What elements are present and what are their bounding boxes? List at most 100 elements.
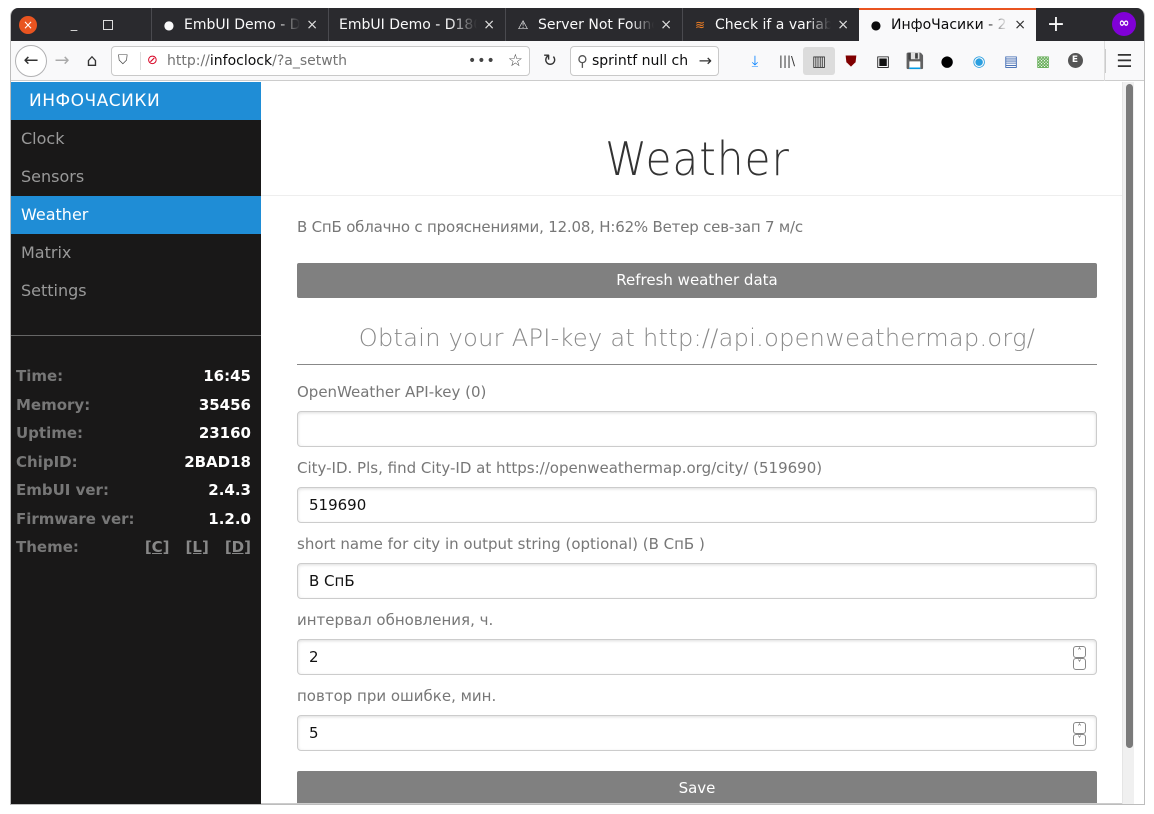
chart-extension-icon[interactable]: ▤: [995, 47, 1027, 75]
url-text[interactable]: http://infoclock/?a_setwth: [167, 53, 468, 69]
tab-server-not-found[interactable]: ⚠ Server Not Found ×: [505, 8, 682, 41]
info-row-memory: Memory: 35456: [16, 391, 251, 420]
bookmark-star-icon[interactable]: ☆: [508, 51, 523, 71]
info-key: Memory:: [16, 395, 91, 414]
search-input[interactable]: sprintf null ch: [592, 53, 695, 69]
city-id-input[interactable]: 519690: [297, 487, 1097, 523]
tab-close-icon[interactable]: ×: [837, 17, 849, 33]
increment-icon[interactable]: ˄: [1073, 722, 1086, 734]
info-value: 23160: [198, 424, 251, 442]
page-scrollbar[interactable]: [1122, 82, 1134, 804]
api-key-input[interactable]: [297, 411, 1097, 447]
tab-close-icon[interactable]: ×: [660, 17, 672, 33]
update-interval-label: интервал обновления, ч.: [297, 611, 494, 629]
info-row-uptime: Uptime: 23160: [16, 419, 251, 448]
back-button[interactable]: ←: [15, 44, 47, 77]
theme-dark-link[interactable]: [D]: [225, 533, 251, 562]
info-row-chipid: ChipID: 2BAD18: [16, 448, 251, 477]
refresh-weather-button[interactable]: Refresh weather data: [297, 263, 1097, 298]
info-value: 35456: [198, 395, 251, 414]
url-separator: [140, 51, 141, 70]
info-key: EmbUI ver:: [16, 481, 109, 499]
e-extension-icon[interactable]: E: [1059, 47, 1091, 75]
window-maximize-button[interactable]: [103, 19, 113, 30]
theme-light-link[interactable]: [L]: [186, 533, 209, 562]
decrement-icon[interactable]: ˅: [1073, 658, 1086, 670]
tracking-shield-icon[interactable]: ⛉: [118, 53, 138, 68]
page-actions-icon[interactable]: •••: [468, 53, 496, 69]
search-icon: ⚲: [577, 51, 588, 70]
retry-interval-label: повтор при ошибке, мин.: [297, 687, 497, 705]
tab-infoclock[interactable]: ● ИнфоЧасики - 2B ×: [859, 8, 1036, 41]
stepper-buttons: ˄ ˅: [1073, 646, 1086, 670]
sidebar-brand[interactable]: ИНФОЧАСИКИ: [11, 82, 261, 120]
leaf-extension-icon[interactable]: ▩: [1027, 47, 1059, 75]
stepper-buttons: ˄ ˅: [1073, 722, 1086, 746]
sidebar-item-matrix[interactable]: Matrix: [11, 234, 261, 272]
hamburger-menu-button[interactable]: ☰: [1104, 41, 1144, 81]
reload-button[interactable]: ↻: [530, 51, 570, 71]
info-key: Firmware ver:: [16, 509, 135, 528]
window-minimize-button[interactable]: _: [59, 17, 89, 32]
window-controls: × _: [11, 8, 151, 41]
footer-divider: [261, 803, 1134, 804]
forward-button[interactable]: →: [47, 50, 77, 71]
tab-embui-demo-2[interactable]: EmbUI Demo - D1800 ×: [328, 8, 505, 41]
ublock-icon[interactable]: ⛊: [835, 47, 867, 75]
page-content: ИНФОЧАСИКИ Clock Sensors Weather Matrix …: [11, 82, 1144, 804]
sidebar-divider: [11, 335, 261, 336]
window-close-button[interactable]: ×: [19, 15, 37, 34]
sidebar-item-settings[interactable]: Settings: [11, 272, 261, 310]
private-browsing-icon: ∞: [1112, 12, 1136, 36]
system-info: Time: 16:45 Memory: 35456 Uptime: 23160 Chi…: [16, 362, 251, 562]
circle-extension-icon[interactable]: ●: [931, 47, 963, 75]
tab-close-icon[interactable]: ×: [306, 17, 318, 33]
library-icon[interactable]: |||\: [771, 47, 803, 75]
info-key: Time:: [16, 367, 64, 385]
tab-check-variable[interactable]: ≋ Check if a variable ×: [682, 8, 859, 41]
e-extension-glyph: E: [1067, 53, 1083, 68]
downloads-icon[interactable]: ⤓: [739, 47, 771, 75]
browser-window: × _ ● EmbUI Demo - D1 × EmbUI Demo - D18…: [10, 8, 1145, 805]
info-key: Uptime:: [16, 424, 84, 442]
sidebar-item-clock[interactable]: Clock: [11, 120, 261, 158]
update-interval-stepper[interactable]: 2 ˄ ˅: [297, 639, 1097, 675]
recycle-extension-icon[interactable]: ◉: [963, 47, 995, 75]
city-id-label: City-ID. Pls, find City-ID at https://op…: [297, 459, 823, 477]
sidebar-icon[interactable]: ▥: [803, 46, 835, 75]
chip-icon: ●: [870, 17, 882, 32]
sidebar-item-weather[interactable]: Weather: [11, 196, 261, 234]
back-arrow-icon: ←: [23, 50, 39, 71]
save-button[interactable]: Save: [297, 771, 1097, 804]
theme-classic-link[interactable]: [C]: [145, 533, 170, 562]
tab-close-icon[interactable]: ×: [483, 17, 495, 33]
search-bar[interactable]: ⚲ sprintf null ch →: [570, 45, 719, 76]
search-go-icon[interactable]: →: [699, 51, 712, 70]
tab-title: EmbUI Demo - D1: [184, 16, 301, 33]
info-row-firmware-ver: Firmware ver: 1.2.0: [16, 505, 251, 534]
city-short-name-label: short name for city in output string (op…: [297, 535, 705, 553]
info-row-theme: Theme: [C] [L] [D]: [16, 533, 251, 562]
sidebar-item-sensors[interactable]: Sensors: [11, 158, 261, 196]
tab-close-icon[interactable]: ×: [1014, 17, 1026, 33]
insecure-connection-icon[interactable]: ⊘: [147, 53, 167, 68]
decrement-icon[interactable]: ˅: [1073, 734, 1086, 746]
increment-icon[interactable]: ˄: [1073, 646, 1086, 658]
extension-server-icon[interactable]: ▣: [867, 47, 899, 75]
tab-title: EmbUI Demo - D1800: [339, 16, 478, 33]
retry-interval-value: 5: [309, 724, 319, 742]
theme-links: [C] [L] [D]: [145, 533, 251, 562]
home-button[interactable]: ⌂: [77, 51, 107, 71]
city-short-name-input[interactable]: В СпБ: [297, 563, 1097, 599]
toolbar-icons: ⤓ |||\ ▥ ⛊ ▣ 💾 ● ◉ ▤ ▩ E: [739, 46, 1091, 75]
update-interval-value: 2: [309, 648, 319, 666]
info-value: 2.4.3: [208, 481, 251, 499]
save-page-icon[interactable]: 💾: [899, 47, 931, 75]
url-bar[interactable]: ⛉ ⊘ http://infoclock/?a_setwth ••• ☆: [111, 45, 530, 76]
retry-interval-stepper[interactable]: 5 ˄ ˅: [297, 715, 1097, 751]
tab-embui-demo-1[interactable]: ● EmbUI Demo - D1 ×: [151, 8, 328, 41]
tab-bar: × _ ● EmbUI Demo - D1 × EmbUI Demo - D18…: [11, 8, 1144, 41]
chip-icon: ●: [163, 17, 175, 32]
new-tab-button[interactable]: +: [1036, 8, 1076, 41]
scrollbar-thumb[interactable]: [1126, 84, 1133, 748]
